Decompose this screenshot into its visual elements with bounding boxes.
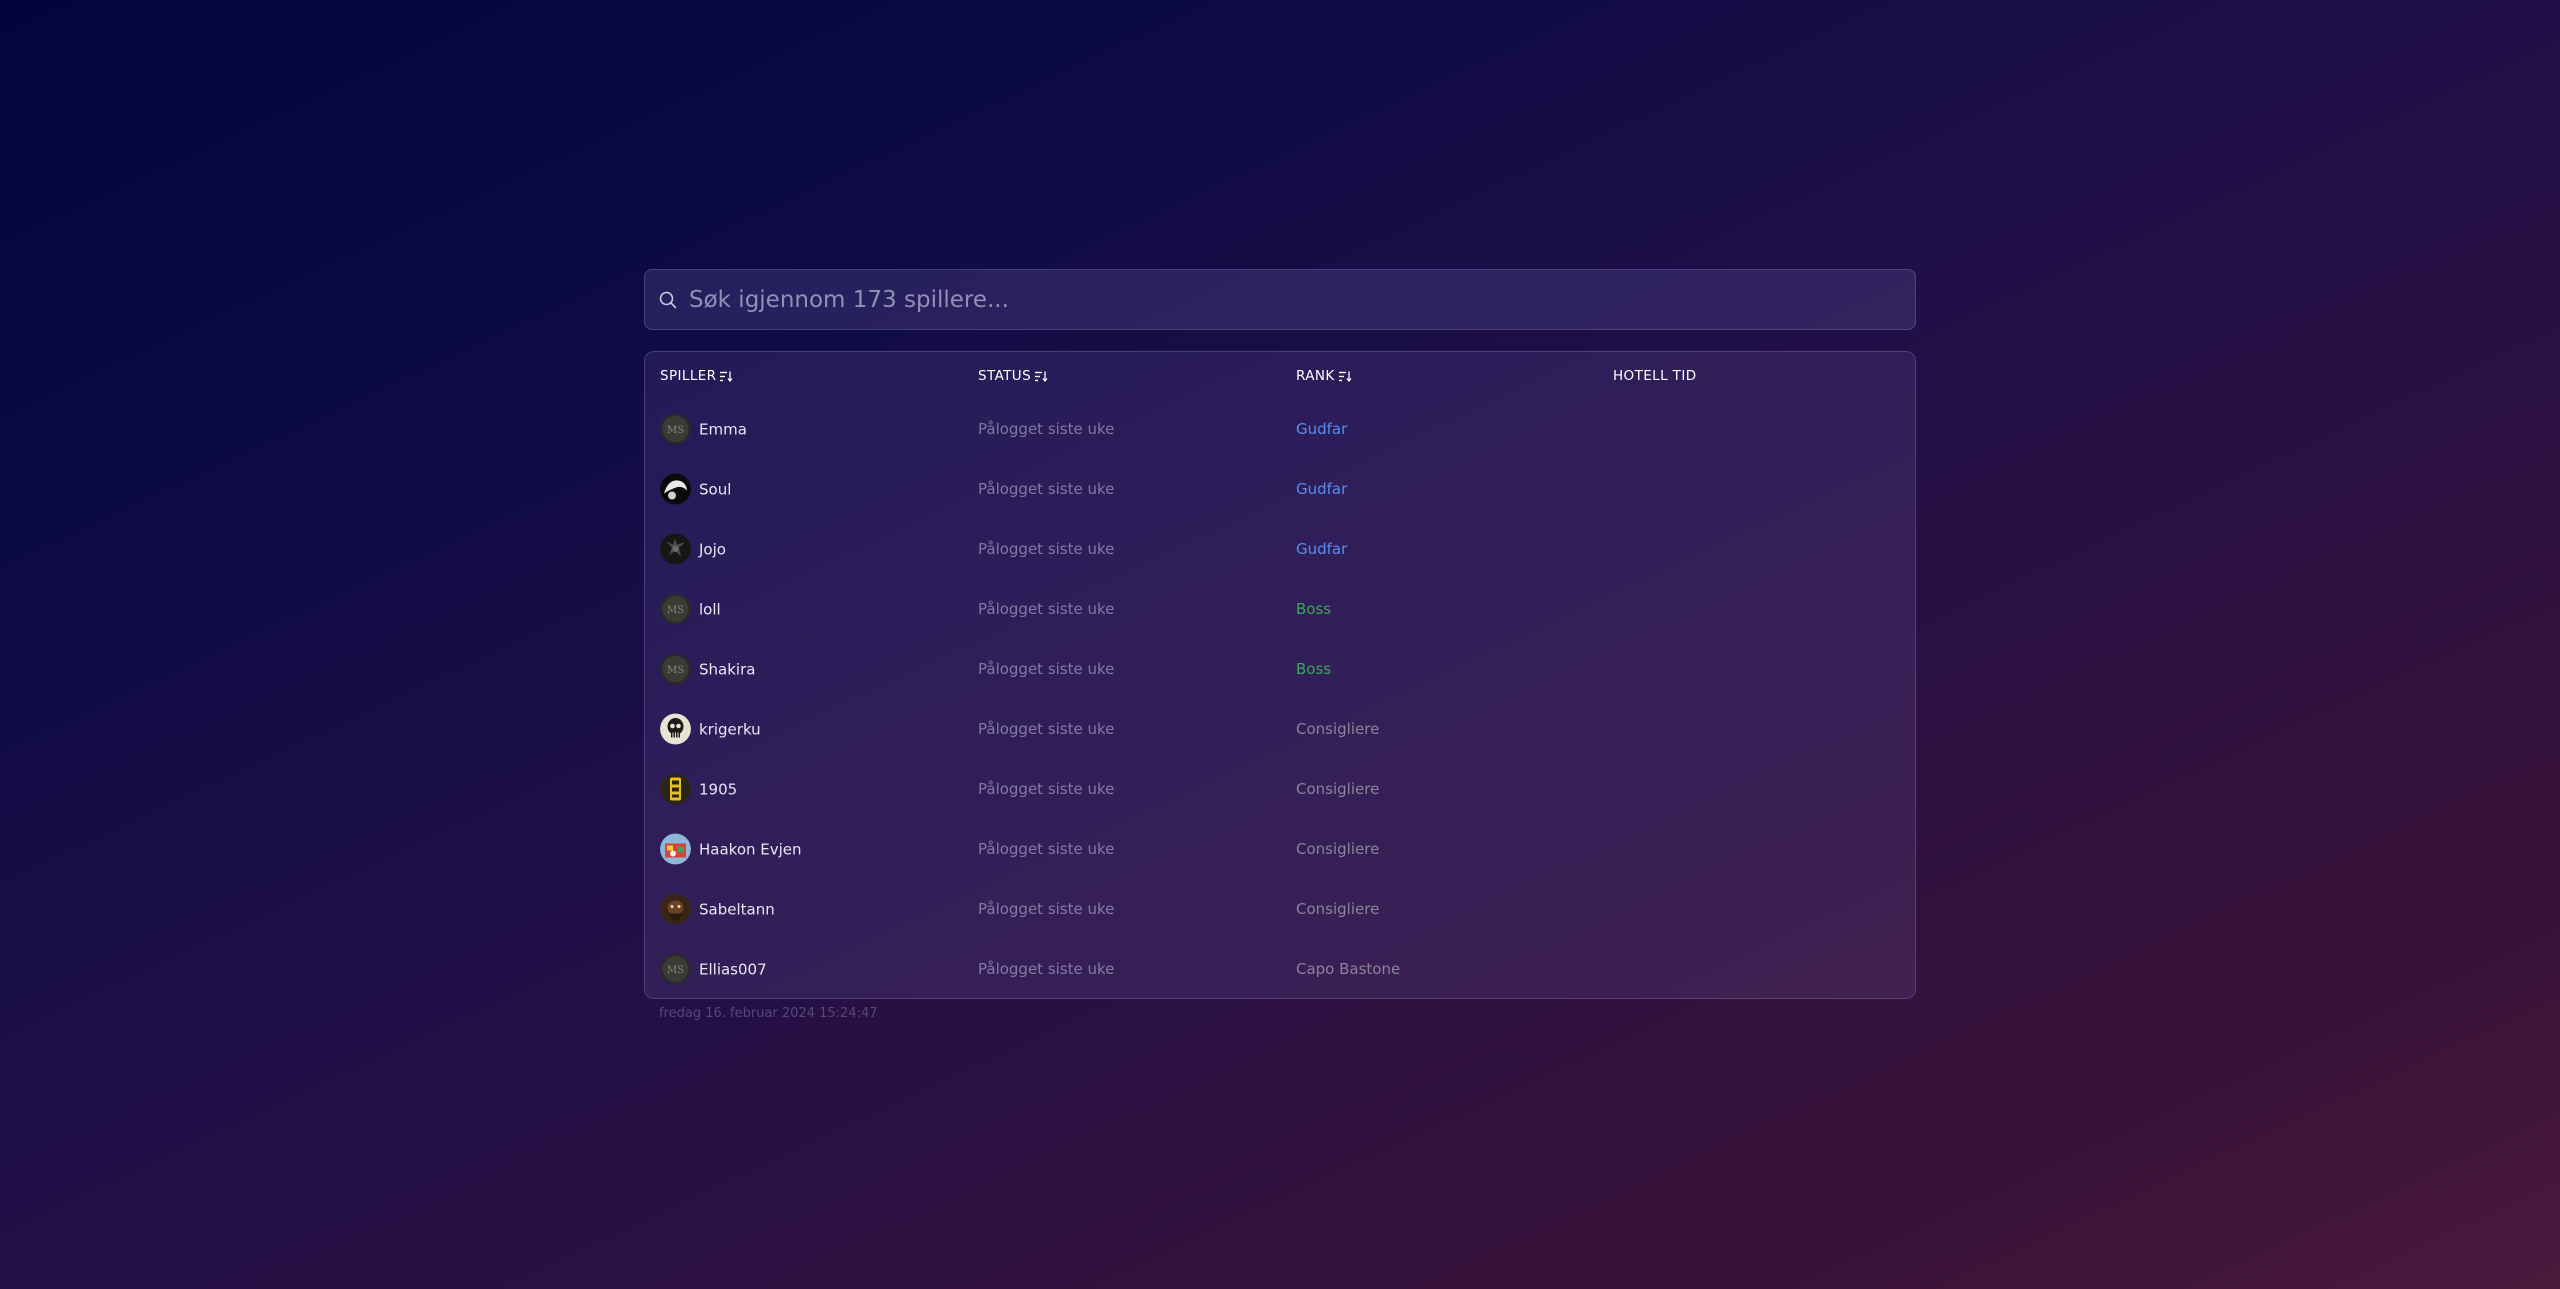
rank-cell: Gudfar xyxy=(1296,480,1348,498)
players-table: SPILLER STATUS RANK HOTELL TID MS Emma P… xyxy=(644,351,1916,999)
player-name[interactable]: 1905 xyxy=(699,780,737,798)
player-name[interactable]: Sabeltann xyxy=(699,900,775,918)
timestamp: fredag 16. februar 2024 15:24:47 xyxy=(659,1006,878,1021)
search-input[interactable] xyxy=(687,269,1915,330)
column-header-hotel-time-label: HOTELL TID xyxy=(1613,368,1697,384)
avatar xyxy=(660,473,691,505)
player-cell[interactable]: krigerku xyxy=(660,713,761,745)
column-header-status-label: STATUS xyxy=(978,368,1032,384)
column-header-player[interactable]: SPILLER xyxy=(660,368,733,384)
svg-text:MS: MS xyxy=(667,605,684,616)
status-cell: Pålogget siste uke xyxy=(978,840,1115,858)
player-cell[interactable]: MS Ellias007 xyxy=(660,953,767,985)
status-cell: Pålogget siste uke xyxy=(978,900,1115,918)
table-row[interactable]: MS loll Pålogget siste uke Boss xyxy=(645,579,1915,639)
table-row[interactable]: 1905 Pålogget siste uke Consigliere xyxy=(645,759,1915,819)
table-row[interactable]: MS Ellias007 Pålogget siste uke Capo Bas… xyxy=(645,939,1915,999)
sort-icon[interactable] xyxy=(720,371,733,382)
column-header-rank-label: RANK xyxy=(1296,368,1335,384)
column-header-status[interactable]: STATUS xyxy=(978,368,1048,384)
status-cell: Pålogget siste uke xyxy=(978,540,1115,558)
avatar xyxy=(660,533,691,565)
table-row[interactable]: MS Shakira Pålogget siste uke Boss xyxy=(645,639,1915,699)
player-name[interactable]: Emma xyxy=(699,420,747,438)
table-row[interactable]: MS Emma Pålogget siste uke Gudfar xyxy=(645,399,1915,459)
rank-cell: Boss xyxy=(1296,600,1332,618)
player-name[interactable]: Haakon Evjen xyxy=(699,840,802,858)
column-header-rank[interactable]: RANK xyxy=(1296,368,1352,384)
avatar xyxy=(660,833,691,865)
status-cell: Pålogget siste uke xyxy=(978,780,1115,798)
status-cell: Pålogget siste uke xyxy=(978,960,1115,978)
rank-cell: Consigliere xyxy=(1296,720,1380,738)
column-header-player-label: SPILLER xyxy=(660,368,717,384)
page: { "search": { "placeholder": "Søk igjenn… xyxy=(0,0,2560,1289)
column-header-hotel-time: HOTELL TID xyxy=(1613,368,1697,384)
player-cell[interactable]: Haakon Evjen xyxy=(660,833,802,865)
rank-cell: Boss xyxy=(1296,660,1332,678)
svg-text:MS: MS xyxy=(667,665,684,676)
status-cell: Pålogget siste uke xyxy=(978,600,1115,618)
player-name[interactable]: Soul xyxy=(699,480,731,498)
table-row[interactable]: Jojo Pålogget siste uke Gudfar xyxy=(645,519,1915,579)
avatar xyxy=(660,773,691,805)
rank-cell: Gudfar xyxy=(1296,420,1348,438)
avatar: MS xyxy=(660,593,691,625)
rank-cell: Consigliere xyxy=(1296,840,1380,858)
player-name[interactable]: loll xyxy=(699,600,721,618)
avatar xyxy=(660,713,691,745)
status-cell: Pålogget siste uke xyxy=(978,720,1115,738)
sort-icon[interactable] xyxy=(1035,371,1048,382)
table-header: SPILLER STATUS RANK HOTELL TID xyxy=(645,368,1915,388)
avatar: MS xyxy=(660,653,691,685)
table-row[interactable]: Sabeltann Pålogget siste uke Consigliere xyxy=(645,879,1915,939)
player-cell[interactable]: MS Emma xyxy=(660,413,747,445)
player-cell[interactable]: Jojo xyxy=(660,533,726,565)
svg-text:MS: MS xyxy=(667,965,684,976)
avatar xyxy=(660,893,691,925)
search-bar[interactable] xyxy=(644,269,1916,330)
search-icon xyxy=(657,289,679,311)
rank-cell: Consigliere xyxy=(1296,900,1380,918)
rank-cell: Consigliere xyxy=(1296,780,1380,798)
table-row[interactable]: krigerku Pålogget siste uke Consigliere xyxy=(645,699,1915,759)
status-cell: Pålogget siste uke xyxy=(978,480,1115,498)
rank-cell: Capo Bastone xyxy=(1296,960,1401,978)
player-name[interactable]: Ellias007 xyxy=(699,960,767,978)
player-name[interactable]: Shakira xyxy=(699,660,755,678)
status-cell: Pålogget siste uke xyxy=(978,660,1115,678)
rank-cell: Gudfar xyxy=(1296,540,1348,558)
player-cell[interactable]: 1905 xyxy=(660,773,737,805)
table-row[interactable]: Soul Pålogget siste uke Gudfar xyxy=(645,459,1915,519)
sort-icon[interactable] xyxy=(1338,371,1352,382)
avatar: MS xyxy=(660,953,691,985)
player-cell[interactable]: MS loll xyxy=(660,593,721,625)
player-name[interactable]: krigerku xyxy=(699,720,761,738)
table-row[interactable]: Haakon Evjen Pålogget siste uke Consigli… xyxy=(645,819,1915,879)
svg-text:MS: MS xyxy=(667,425,684,436)
player-cell[interactable]: Sabeltann xyxy=(660,893,775,925)
player-cell[interactable]: MS Shakira xyxy=(660,653,755,685)
player-cell[interactable]: Soul xyxy=(660,473,731,505)
player-name[interactable]: Jojo xyxy=(699,540,726,558)
avatar: MS xyxy=(660,413,691,445)
status-cell: Pålogget siste uke xyxy=(978,420,1115,438)
